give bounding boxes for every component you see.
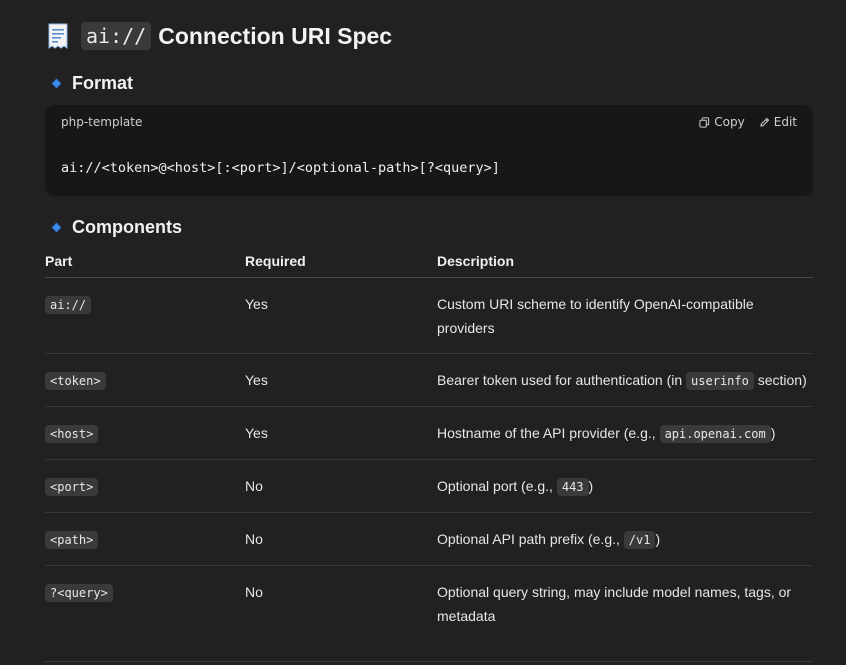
description-text: Optional API path prefix (e.g.,	[437, 531, 624, 547]
cell-description: Custom URI scheme to identify OpenAI-com…	[437, 277, 813, 354]
edit-button[interactable]: Edit	[759, 115, 797, 129]
table-row: <token> Yes Bearer token used for authenti…	[45, 353, 813, 407]
part-code: <port>	[45, 478, 99, 496]
cell-description: Hostname of the API provider (e.g., api.…	[437, 406, 813, 460]
description-text: Custom URI scheme to identify OpenAI-com…	[437, 296, 754, 336]
edit-label: Edit	[773, 115, 797, 129]
cell-required: Yes	[245, 406, 437, 460]
title-code: ai://	[81, 22, 152, 50]
table-row: <path> No Optional API path prefix (e.g., …	[45, 512, 813, 566]
cell-description: Optional port (e.g., 443)	[437, 459, 813, 513]
cell-required: No	[245, 584, 263, 600]
components-table: Part Required Description ai://Yes Custom…	[45, 247, 813, 641]
blue-diamond-icon	[45, 78, 72, 88]
column-header-description: Description	[437, 247, 813, 278]
column-header-part: Part	[45, 247, 245, 278]
cell-part: ?<query>	[45, 566, 245, 642]
description-text: Optional query string, may include model…	[437, 584, 792, 624]
copy-button[interactable]: Copy	[699, 115, 745, 129]
description-code: /v1	[623, 531, 656, 549]
cell-part: <path>	[45, 512, 245, 566]
part-code: <host>	[45, 425, 99, 443]
pencil-icon	[760, 117, 769, 127]
column-header-required: Required	[245, 247, 437, 278]
description-text: )	[655, 531, 661, 547]
part-code: <path>	[45, 531, 99, 549]
title-text: Connection URI Spec	[158, 22, 393, 49]
description-text: )	[588, 478, 594, 494]
divider	[45, 661, 813, 662]
format-heading-text: Format	[72, 72, 134, 93]
description-text: Bearer token used for authentication (in	[437, 372, 687, 388]
components-heading-text: Components	[72, 216, 182, 237]
description-code: api.openai.com	[659, 425, 771, 443]
description-text: )	[770, 425, 776, 441]
receipt-icon	[45, 22, 71, 50]
code-block: php-template Copy Edit ai://<token>@<hos…	[45, 105, 813, 196]
cell-required: Yes	[245, 277, 437, 354]
description-code: 443	[556, 478, 589, 496]
description-text: Optional port (e.g.,	[437, 478, 557, 494]
part-code: ai://	[45, 296, 92, 314]
code-block-actions: Copy Edit	[699, 115, 797, 129]
cell-part: ai://	[45, 277, 245, 354]
cell-description: Optional API path prefix (e.g., /v1)	[437, 512, 813, 566]
components-heading: Components	[45, 216, 182, 238]
code-content: ai://<token>@<host>[:<port>]/<optional-p…	[61, 160, 500, 176]
cell-required: No	[245, 512, 437, 566]
part-code: ?<query>	[45, 584, 113, 602]
table-row: <host> Yes Hostname of the API provider (e…	[45, 406, 813, 460]
table-header-row: Part Required Description	[45, 247, 813, 278]
table-row: <port> No Optional port (e.g., 443)	[45, 459, 813, 513]
cell-part: <token>	[45, 353, 245, 407]
format-heading: Format	[45, 72, 133, 94]
cell-part: <port>	[45, 459, 245, 513]
copy-icon	[699, 116, 710, 128]
cell-required: No	[245, 459, 437, 513]
copy-label: Copy	[714, 115, 745, 129]
code-language-label: php-template	[61, 115, 143, 129]
description-text: section)	[753, 372, 807, 388]
cell-part: <host>	[45, 406, 245, 460]
description-code: userinfo	[686, 372, 754, 390]
page-title: ai:// Connection URI Spec	[45, 18, 392, 54]
table-row: ?<query> No Optional query string, may inc…	[45, 566, 813, 642]
cell-description: Bearer token used for authentication (in…	[437, 353, 813, 407]
blue-diamond-icon	[45, 222, 72, 232]
cell-description: Optional query string, may include model…	[437, 566, 813, 642]
part-code: <token>	[45, 372, 106, 390]
description-text: Hostname of the API provider (e.g.,	[437, 425, 660, 441]
cell-required: Yes	[245, 353, 437, 407]
table-row: ai:// Yes Custom URI scheme to identify Op…	[45, 277, 813, 354]
